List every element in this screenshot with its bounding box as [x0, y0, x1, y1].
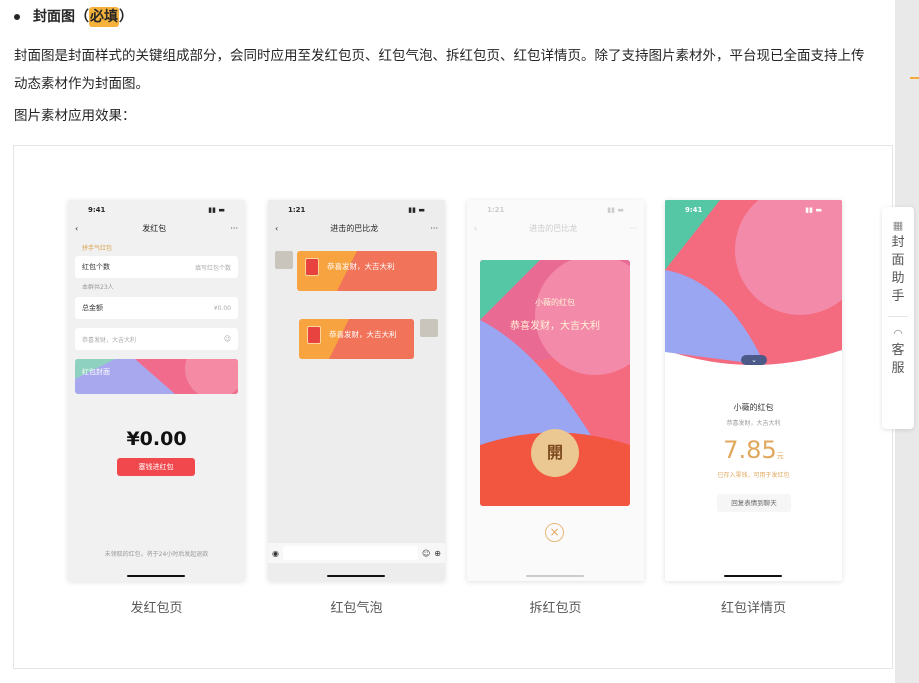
home-indicator [327, 575, 385, 577]
divider [888, 316, 908, 317]
status-bar: 9:41 ▮▮ ▬ [68, 200, 245, 218]
wish-placeholder: 恭喜发财，大吉大利 [82, 336, 137, 344]
total-label: 总金额 [82, 304, 103, 312]
nav-title: 进击的巴比龙 [330, 223, 379, 233]
scroll-marker [910, 77, 919, 79]
refund-note: 未领取的红包，将于24小时后发起退款 [104, 551, 209, 558]
emoji-icon[interactable]: ☺ [422, 549, 430, 558]
phone-detail-page: 9:41 ▮▮ ▬ ⌄ 小薇的红包 恭喜发财，大吉大利 7.85元 已存入零钱，可… [665, 200, 842, 581]
sender-name: 小薇的红包 [535, 298, 575, 307]
caption-bubble: 红包气泡 [330, 601, 383, 616]
signal-icon: ▮▮ ▬ [607, 206, 624, 214]
amount-value: 7.85 [723, 436, 777, 464]
nav-bar: ‹ 进击的巴比龙 ··· [268, 218, 445, 238]
wish-text: 恭喜发财，大吉大利 [510, 321, 600, 332]
status-time: 1:21 [288, 206, 306, 214]
deposit-note[interactable]: 已存入零钱，可用于发红包 [665, 470, 842, 479]
more-icon[interactable]: ··· [629, 224, 637, 233]
amount-display: 7.85元 [665, 436, 842, 464]
count-row[interactable]: 红包个数 填写红包个数 [75, 256, 238, 278]
caption-send: 发红包页 [130, 601, 183, 616]
avatar[interactable] [420, 319, 438, 337]
signal-icon: ▮▮ ▬ [805, 206, 822, 214]
total-row[interactable]: 总金额 ¥0.00 [75, 297, 238, 319]
count-placeholder: 填写红包个数 [194, 264, 231, 272]
status-time: 9:41 [88, 206, 106, 214]
nav-title: 进击的巴比龙 [529, 223, 578, 233]
home-indicator [127, 575, 185, 577]
document: 封面图（ 必填） 封面图是封面样式的关键组成部分，会同时应用至发红包页、红包气泡、… [0, 0, 895, 683]
chevron-down-icon[interactable]: ⌄ [741, 355, 767, 365]
sender-name: 小薇的红包 [733, 403, 774, 412]
amount-display: ¥0.00 [126, 428, 187, 450]
headset-icon: ◠ [893, 327, 903, 340]
caption-detail: 红包详情页 [720, 601, 786, 616]
cover-assistant-button[interactable]: 封面助手 [891, 234, 905, 306]
back-icon[interactable]: ‹ [75, 224, 78, 233]
total-value: ¥0.00 [213, 304, 231, 312]
preview-figure: 9:41 ▮▮ ▬ ‹ 发红包 ··· 拼手气红包 红包个数 填写红包个数 本群共23… [13, 145, 893, 669]
section-heading: 封面图（ 必填） [14, 7, 133, 27]
home-indicator [724, 575, 782, 577]
grid-icon: ▦ [892, 219, 904, 232]
type-link[interactable]: 拼手气红包 [82, 243, 112, 252]
bubble-text: 恭喜发财，大吉大利 [329, 330, 397, 339]
home-indicator [526, 575, 584, 577]
caption-open: 拆红包页 [529, 601, 582, 616]
heading-end: ） [119, 9, 133, 25]
cover-row[interactable]: 红包封面 [75, 359, 238, 394]
red-packet-icon [305, 258, 319, 276]
bubble-text: 恭喜发财，大吉大利 [327, 262, 395, 271]
heading-text: 封面图（ [33, 9, 89, 25]
signal-icon: ▮▮ ▬ [208, 206, 225, 214]
back-icon[interactable]: ‹ [474, 224, 477, 233]
status-bar: 9:41 ▮▮ ▬ [665, 200, 842, 218]
count-label: 红包个数 [82, 263, 110, 271]
assistant-panel: ▦ 封面助手 ◠ 客服 [882, 207, 914, 429]
description-paragraph: 封面图是封面样式的关键组成部分，会同时应用至发红包页、红包气泡、拆红包页、红包详… [14, 48, 865, 92]
subheading: 图片素材应用效果： [14, 108, 136, 124]
nav-title: 发红包 [142, 223, 167, 233]
status-time: 9:41 [685, 206, 703, 214]
wish-row[interactable]: 恭喜发财，大吉大利 ☺ [75, 328, 238, 350]
emoji-icon[interactable]: ☺ [224, 335, 231, 343]
send-button[interactable]: 塞钱进红包 [117, 458, 195, 476]
back-icon[interactable]: ‹ [275, 224, 278, 233]
amount-unit: 元 [776, 452, 784, 460]
status-bar: 1:21 ▮▮ ▬ [268, 200, 445, 218]
message-input[interactable] [282, 546, 418, 560]
open-button[interactable]: 開 [531, 429, 579, 477]
phone-open-page: 1:21 ▮▮ ▬ ‹ 进击的巴比龙 ··· 小薇的红包 恭喜发财，大吉大利 開 × [467, 200, 644, 581]
nav-bar: ‹ 进击的巴比龙 ··· [467, 218, 644, 238]
wish-text: 恭喜发财，大吉大利 [726, 420, 781, 427]
cover-label: 红包封面 [82, 368, 110, 376]
bullet-dot [14, 14, 20, 20]
bubble-sent[interactable]: 恭喜发财，大吉大利 [299, 319, 414, 359]
more-icon[interactable]: ··· [230, 224, 238, 233]
phone-chat-bubble: 1:21 ▮▮ ▬ ‹ 进击的巴比龙 ··· 恭喜发财，大吉大利 恭喜发财，大吉大利 … [268, 200, 445, 581]
count-note: 本群共23人 [82, 284, 114, 291]
status-bar: 1:21 ▮▮ ▬ [467, 200, 644, 218]
input-bar: ◉ ☺ ⊕ [268, 543, 445, 563]
detail-cover-art [665, 200, 842, 365]
reply-sticker-button[interactable]: 回复表情到聊天 [717, 494, 791, 512]
required-highlight: 必填 [89, 7, 119, 27]
more-icon[interactable]: ··· [430, 224, 438, 233]
red-packet-icon [307, 326, 321, 344]
signal-icon: ▮▮ ▬ [408, 206, 425, 214]
status-time: 1:21 [487, 206, 505, 214]
voice-icon[interactable]: ◉ [272, 549, 279, 558]
plus-icon[interactable]: ⊕ [434, 549, 441, 558]
bubble-received[interactable]: 恭喜发财，大吉大利 [297, 251, 437, 291]
phone-send-page: 9:41 ▮▮ ▬ ‹ 发红包 ··· 拼手气红包 红包个数 填写红包个数 本群共23… [68, 200, 245, 581]
nav-bar: ‹ 发红包 ··· [68, 218, 245, 238]
avatar[interactable] [275, 251, 293, 269]
close-icon[interactable]: × [545, 523, 564, 542]
customer-service-button[interactable]: 客服 [891, 342, 905, 378]
